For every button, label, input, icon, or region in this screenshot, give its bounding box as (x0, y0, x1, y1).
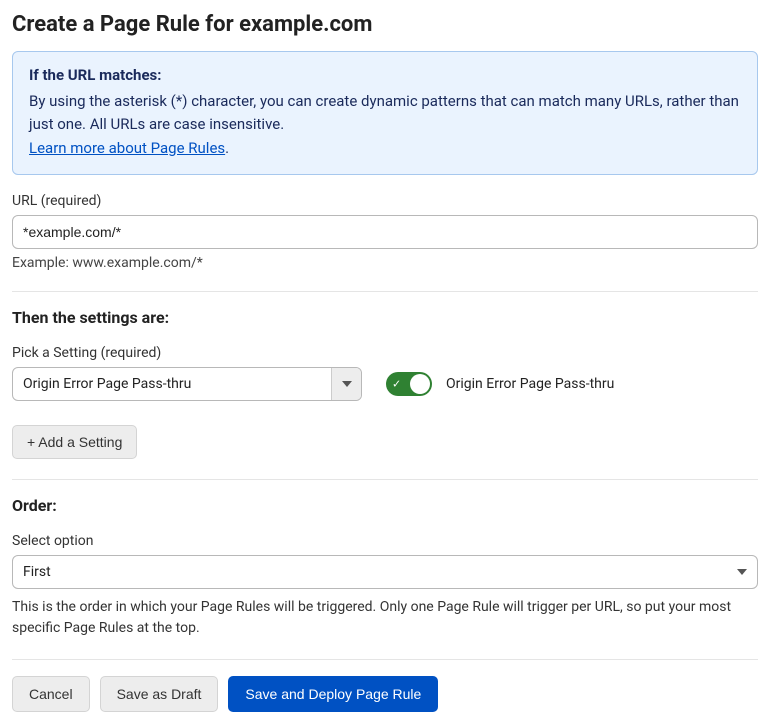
setting-select-value: Origin Error Page Pass-thru (13, 368, 331, 400)
url-input[interactable] (12, 215, 758, 249)
page-title: Create a Page Rule for example.com (12, 12, 758, 37)
setting-picker-label: Pick a Setting (required) (12, 345, 758, 361)
divider (12, 479, 758, 480)
save-draft-button[interactable]: Save as Draft (100, 676, 219, 712)
url-label: URL (required) (12, 193, 758, 209)
button-row: Cancel Save as Draft Save and Deploy Pag… (12, 676, 758, 712)
info-body: By using the asterisk (*) character, you… (29, 90, 741, 160)
order-heading: Order: (12, 496, 758, 515)
chevron-down-icon (737, 569, 747, 575)
url-helper: Example: www.example.com/* (12, 255, 758, 271)
chevron-down-icon (331, 368, 361, 400)
info-text: By using the asterisk (*) character, you… (29, 92, 739, 133)
setting-select[interactable]: Origin Error Page Pass-thru (12, 367, 362, 401)
info-heading: If the URL matches: (29, 66, 741, 84)
divider (12, 291, 758, 292)
settings-heading: Then the settings are: (12, 308, 758, 327)
order-label: Select option (12, 533, 758, 549)
toggle-knob (410, 374, 430, 394)
order-select[interactable]: First (12, 555, 758, 589)
info-suffix: . (225, 139, 229, 157)
order-description: This is the order in which your Page Rul… (12, 597, 758, 639)
learn-more-link[interactable]: Learn more about Page Rules (29, 139, 225, 157)
setting-toggle[interactable]: ✓ (386, 372, 432, 396)
toggle-label: Origin Error Page Pass-thru (446, 376, 614, 392)
divider (12, 659, 758, 660)
info-box: If the URL matches: By using the asteris… (12, 51, 758, 175)
save-deploy-button[interactable]: Save and Deploy Page Rule (228, 676, 438, 712)
add-setting-button[interactable]: + Add a Setting (12, 425, 137, 459)
order-select-value: First (23, 564, 51, 580)
check-icon: ✓ (392, 378, 401, 389)
cancel-button[interactable]: Cancel (12, 676, 90, 712)
